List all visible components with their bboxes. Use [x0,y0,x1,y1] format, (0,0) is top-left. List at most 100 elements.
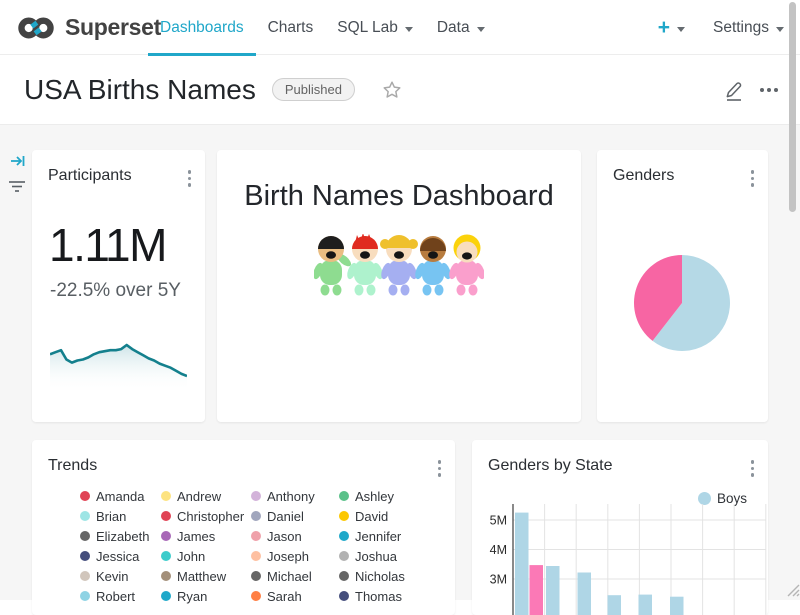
kebab-menu-icon[interactable] [182,164,198,193]
genders-card: Genders [597,150,768,422]
chevron-down-icon [477,27,485,32]
legend-item[interactable]: Elizabeth [80,526,161,546]
legend-item[interactable]: Joshua [339,546,425,566]
legend-item[interactable]: Nicholas [339,566,425,586]
legend-item[interactable]: Jason [251,526,339,546]
legend-label: Jennifer [355,529,401,544]
legend-dot [161,531,171,541]
legend-label: Jason [267,529,302,544]
genders-by-state-card: Genders by State Boys 5M4M3M [472,440,768,615]
legend-item[interactable]: Robert [80,586,161,606]
legend-label: Nicholas [355,569,405,584]
legend-dot [161,511,171,521]
legend-item[interactable]: Thomas [339,586,425,606]
big-number-delta: -22.5% over 5Y [50,280,181,302]
legend-dot [80,531,90,541]
legend-dot [251,551,261,561]
legend-item[interactable]: Anthony [251,486,339,506]
resize-handle[interactable] [784,581,800,602]
legend-dot [339,531,349,541]
legend-item[interactable]: David [339,506,425,526]
trends-legend: Amanda Andrew Anthony Ashley Brian Christophe… [80,486,425,606]
legend-label: Kevin [96,569,129,584]
favorite-star-icon[interactable] [381,79,403,101]
legend-item[interactable]: Jennifer [339,526,425,546]
kebab-menu-icon[interactable] [432,454,448,483]
legend-label: Anthony [267,489,315,504]
card-title: Genders [613,164,674,185]
page-title: USA Births Names [24,74,256,106]
brand-name: Superset [65,14,161,41]
legend-label: James [177,529,215,544]
legend-item[interactable]: Amanda [80,486,161,506]
legend-item[interactable]: Joseph [251,546,339,566]
legend-item[interactable]: Michael [251,566,339,586]
legend-label: Daniel [267,509,304,524]
settings-menu[interactable]: Settings [713,19,784,37]
legend-label: David [355,509,388,524]
more-horizontal-icon[interactable] [758,82,780,98]
superset-infinity-icon [16,16,56,40]
legend-dot [161,571,171,581]
legend-item[interactable]: Andrew [161,486,251,506]
nav-item-sql-lab[interactable]: SQL Lab [325,0,425,55]
trends-card: Trends Amanda Andrew Anthony Ashley Brian Chr… [32,440,455,615]
legend-item[interactable]: Ashley [339,486,425,506]
chevron-down-icon [405,27,413,32]
legend-item[interactable]: James [161,526,251,546]
legend-dot [80,511,90,521]
published-badge[interactable]: Published [272,78,355,101]
svg-text:5M: 5M [490,514,507,528]
legend-dot [339,491,349,501]
plus-icon: + [658,16,670,40]
legend-label: Christopher [177,509,244,524]
legend-item[interactable]: John [161,546,251,566]
expand-filter-bar-icon[interactable] [10,153,26,174]
legend-item[interactable]: Christopher [161,506,251,526]
legend-dot [161,551,171,561]
legend-item[interactable]: Kevin [80,566,161,586]
chevron-down-icon [677,27,685,32]
legend-dot [251,531,261,541]
top-nav: Superset Dashboards Charts SQL Lab Data … [0,0,800,55]
dashboard-header: USA Births Names Published [0,55,800,125]
main-menu: Dashboards Charts SQL Lab Data [148,0,497,55]
legend-item[interactable]: Ryan [161,586,251,606]
legend-label: Robert [96,589,135,604]
legend-label: Ryan [177,589,207,604]
superset-logo[interactable]: Superset [16,0,161,55]
nav-item-data[interactable]: Data [425,0,497,55]
markdown-tile: Birth Names Dashboard [217,150,581,422]
genders-by-state-bar-chart[interactable]: 5M4M3M [472,500,768,615]
genders-pie-chart[interactable] [633,254,731,352]
nav-item-charts[interactable]: Charts [256,0,326,55]
legend-label: Andrew [177,489,221,504]
legend-dot [339,551,349,561]
card-title: Genders by State [488,454,613,475]
new-button[interactable]: + [658,16,685,40]
legend-item[interactable]: Daniel [251,506,339,526]
nav-item-dashboards[interactable]: Dashboards [148,0,256,55]
vertical-scrollbar[interactable] [789,2,796,212]
card-title: Trends [48,454,97,475]
legend-item[interactable]: Jessica [80,546,161,566]
big-number-value: 1.11M [49,218,166,272]
babies-illustration [314,234,484,296]
legend-item[interactable]: Matthew [161,566,251,586]
legend-dot [80,571,90,581]
legend-label: Amanda [96,489,144,504]
legend-dot [251,571,261,581]
legend-label: Matthew [177,569,226,584]
kebab-menu-icon[interactable] [745,164,761,193]
legend-label: Joshua [355,549,397,564]
legend-label: Joseph [267,549,309,564]
legend-dot [251,511,261,521]
legend-dot [161,491,171,501]
edit-pencil-icon[interactable] [724,78,744,103]
legend-dot [251,491,261,501]
filter-icon[interactable] [8,180,26,199]
kebab-menu-icon[interactable] [745,454,761,483]
legend-item[interactable]: Brian [80,506,161,526]
legend-item[interactable]: Sarah [251,586,339,606]
legend-dot [80,491,90,501]
